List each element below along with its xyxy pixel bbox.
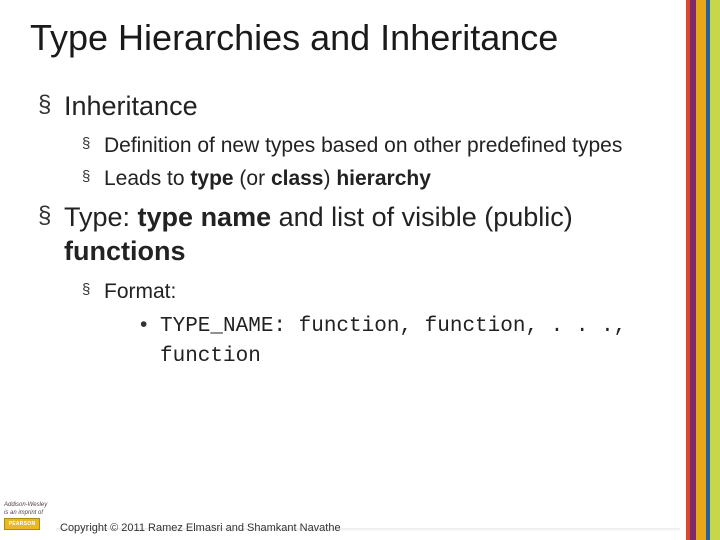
text-bold: type name xyxy=(138,202,272,232)
bullet-type-name-syntax: TYPE_NAME: function, function, . . ., fu… xyxy=(104,311,690,370)
text-bold: functions xyxy=(64,236,186,266)
bullet-type: Type: type name and list of visible (pub… xyxy=(38,201,690,370)
text-bold: class xyxy=(271,167,324,190)
text-bold: type xyxy=(190,167,233,190)
bullet-leads-to: Leads to type (or class) hierarchy xyxy=(64,166,690,193)
text: Type: xyxy=(64,202,138,232)
text: (or xyxy=(234,167,271,190)
accent-stripe xyxy=(696,0,706,540)
accent-bar xyxy=(686,0,720,540)
copyright-text: Copyright © 2011 Ramez Elmasri and Shamk… xyxy=(60,522,341,534)
text: ) xyxy=(324,167,337,190)
slide-body: Inheritance Definition of new types base… xyxy=(30,90,690,370)
bullet-text: Inheritance xyxy=(64,91,198,121)
publisher-logo: Addison-Wesley is an imprint of PEARSON xyxy=(4,502,54,536)
text: Leads to xyxy=(104,167,190,190)
pearson-badge: PEARSON xyxy=(4,518,40,530)
bullet-inheritance: Inheritance Definition of new types base… xyxy=(38,90,690,194)
code-text: TYPE_NAME: function, function, . . ., fu… xyxy=(160,315,626,367)
bullet-text: Format: xyxy=(104,280,176,303)
pearson-label: PEARSON xyxy=(9,521,36,527)
slide: Type Hierarchies and Inheritance Inherit… xyxy=(0,0,720,540)
slide-title: Type Hierarchies and Inheritance xyxy=(30,18,690,58)
logo-line1: Addison-Wesley xyxy=(4,502,54,508)
bullet-text: Definition of new types based on other p… xyxy=(104,134,622,157)
logo-line2: is an imprint of xyxy=(4,510,54,516)
bullet-definition: Definition of new types based on other p… xyxy=(64,133,690,160)
slide-footer: Addison-Wesley is an imprint of PEARSON … xyxy=(0,500,720,540)
text: and list of visible (public) xyxy=(271,202,573,232)
accent-stripe xyxy=(710,0,720,540)
text-bold: hierarchy xyxy=(336,167,431,190)
bullet-format: Format: TYPE_NAME: function, function, .… xyxy=(64,279,690,370)
